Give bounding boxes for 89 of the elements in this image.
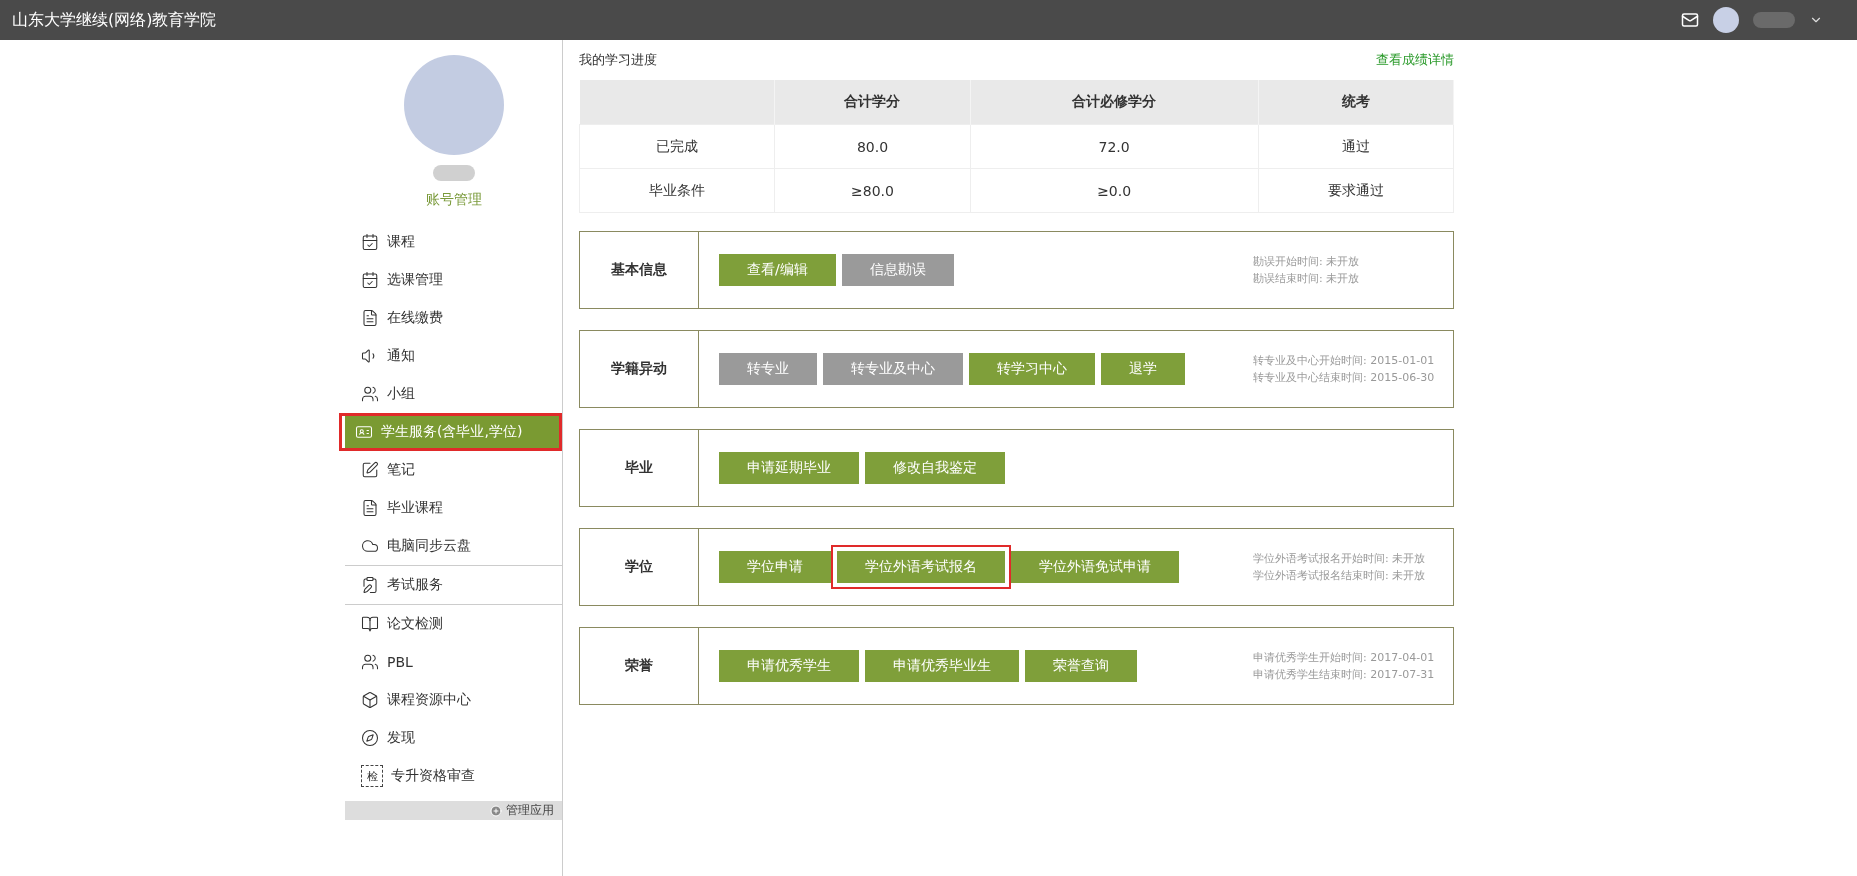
action-button[interactable]: 查看/编辑 <box>719 254 836 286</box>
card-title: 毕业 <box>625 459 653 477</box>
action-button[interactable]: 申请优秀毕业生 <box>865 650 1019 682</box>
header-cell: 合计必修学分 <box>970 80 1259 125</box>
sidebar-item[interactable]: 毕业课程 <box>345 489 562 527</box>
manage-apps-button[interactable]: 管理应用 <box>345 801 562 820</box>
table-cell: 已完成 <box>579 124 775 169</box>
time-note: 转专业及中心结束时间: 2015-06-30 <box>1253 370 1436 386</box>
table-cell: ≥80.0 <box>774 168 971 213</box>
card-title: 基本信息 <box>611 261 667 279</box>
sidebar-label: 考试服务 <box>387 576 443 594</box>
sidebar-label: PBL <box>387 654 413 670</box>
sidebar-item[interactable]: 论文检测 <box>345 605 562 643</box>
time-note: 勘误结束时间: 未开放 <box>1253 271 1361 287</box>
exam-icon <box>361 576 379 594</box>
sidebar-label: 在线缴费 <box>387 309 443 327</box>
table-cell: ≥0.0 <box>970 168 1259 213</box>
sidebar-item[interactable]: PBL <box>345 643 562 681</box>
sidebar-item[interactable]: 课程 <box>345 223 562 261</box>
cloud-icon <box>361 537 379 555</box>
list-icon <box>361 499 379 517</box>
table-cell: 通过 <box>1258 124 1454 169</box>
time-note: 申请优秀学生结束时间: 2017-07-31 <box>1253 667 1436 683</box>
sidebar-item[interactable]: 在线缴费 <box>345 299 562 337</box>
sidebar-item[interactable]: 笔记 <box>345 451 562 489</box>
sidebar-item[interactable]: 考试服务 <box>345 565 562 605</box>
sidebar-label: 论文检测 <box>387 615 443 633</box>
calendar-icon <box>361 271 379 289</box>
list-icon <box>361 309 379 327</box>
table-cell: 80.0 <box>774 124 971 169</box>
action-button[interactable]: 学位申请 <box>719 551 831 583</box>
table-cell: 要求通过 <box>1258 168 1454 213</box>
action-button[interactable]: 修改自我鉴定 <box>865 452 1005 484</box>
sidebar-label: 选课管理 <box>387 271 443 289</box>
sidebar-label: 毕业课程 <box>387 499 443 517</box>
card-title: 学籍异动 <box>611 360 667 378</box>
sidebar-item[interactable]: 选课管理 <box>345 261 562 299</box>
sidebar-label: 课程资源中心 <box>387 691 471 709</box>
team-icon <box>361 653 379 671</box>
note-icon <box>361 461 379 479</box>
card-icon <box>355 423 373 441</box>
sidebar-item[interactable]: 课程资源中心 <box>345 681 562 719</box>
action-button[interactable]: 退学 <box>1101 353 1185 385</box>
header-cell: 合计学分 <box>774 80 971 125</box>
action-button[interactable]: 学位外语考试报名 <box>837 551 1005 583</box>
compass-icon <box>361 729 379 747</box>
time-note: 申请优秀学生开始时间: 2017-04-01 <box>1253 650 1436 666</box>
sidebar-label: 课程 <box>387 233 415 251</box>
sidebar-item[interactable]: 发现 <box>345 719 562 757</box>
table-cell: 72.0 <box>970 124 1259 169</box>
sidebar-item[interactable]: 电脑同步云盘 <box>345 527 562 565</box>
header-cell: 统考 <box>1258 80 1454 125</box>
sidebar-label: 发现 <box>387 729 415 747</box>
card-title: 学位 <box>625 558 653 576</box>
plus-icon <box>490 804 502 817</box>
sidebar-item[interactable]: 通知 <box>345 337 562 375</box>
user-avatar[interactable] <box>1713 7 1739 33</box>
blurred-username <box>432 165 475 181</box>
site-title: 山东大学继续(网络)教育学院 <box>12 9 217 31</box>
box-icon <box>361 691 379 709</box>
action-button[interactable]: 申请延期毕业 <box>719 452 859 484</box>
sidebar-label: 通知 <box>387 347 415 365</box>
calendar-icon <box>361 233 379 251</box>
action-button[interactable]: 转学习中心 <box>969 353 1095 385</box>
sidebar-label: 学生服务(含毕业,学位) <box>381 423 523 441</box>
action-button[interactable]: 申请优秀学生 <box>719 650 859 682</box>
stamp-icon: 检 <box>361 765 383 787</box>
blurred-username <box>1753 12 1795 28</box>
account-link[interactable]: 账号管理 <box>425 191 482 209</box>
time-note: 学位外语考试报名开始时间: 未开放 <box>1253 551 1427 567</box>
time-note: 学位外语考试报名结束时间: 未开放 <box>1253 568 1427 584</box>
time-note: 转专业及中心开始时间: 2015-01-01 <box>1253 353 1436 369</box>
mail-icon[interactable] <box>1681 11 1699 29</box>
book-icon <box>361 615 379 633</box>
action-button[interactable]: 学位外语免试申请 <box>1011 551 1179 583</box>
sidebar-item[interactable]: 检 专升资格审查 <box>345 757 562 795</box>
section-title: 我的学习进度 <box>579 51 657 69</box>
time-note: 勘误开始时间: 未开放 <box>1253 254 1361 270</box>
details-link[interactable]: 查看成绩详情 <box>1376 51 1454 69</box>
sidebar-label: 笔记 <box>387 461 415 479</box>
card-title: 荣誉 <box>625 657 653 675</box>
sidebar-label: 专升资格审查 <box>391 767 475 785</box>
users-icon <box>361 385 379 403</box>
sidebar-item[interactable]: 学生服务(含毕业,学位) <box>339 413 562 451</box>
sidebar-item[interactable]: 小组 <box>345 375 562 413</box>
table-cell: 毕业条件 <box>579 168 775 213</box>
action-button[interactable]: 荣誉查询 <box>1025 650 1137 682</box>
sidebar-label: 电脑同步云盘 <box>387 537 471 555</box>
sidebar-label: 小组 <box>387 385 415 403</box>
